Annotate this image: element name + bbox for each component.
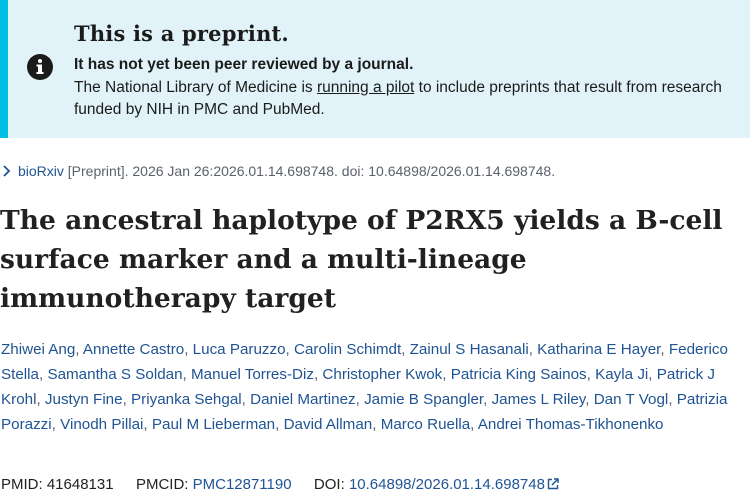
preprint-notice-banner: This is a preprint. It has not yet been …	[0, 0, 750, 138]
author-link[interactable]: Daniel Martinez	[250, 391, 356, 408]
external-link-icon[interactable]	[547, 478, 559, 490]
author-link[interactable]: Marco Ruella	[381, 416, 470, 433]
running-a-pilot-link[interactable]: running a pilot	[317, 79, 414, 96]
author-link[interactable]: Jamie B Spangler	[364, 391, 483, 408]
author-link[interactable]: Kayla Ji	[595, 366, 648, 383]
author-link[interactable]: Katharina E Hayer	[537, 341, 660, 358]
author-link[interactable]: Annette Castro	[83, 341, 184, 358]
author-link[interactable]: James L Riley	[492, 391, 586, 408]
pmid-label: PMID:	[1, 476, 43, 493]
info-icon	[27, 54, 53, 80]
author-link[interactable]: Samantha S Soldan	[47, 366, 182, 383]
author-link[interactable]: Patricia King Sainos	[451, 366, 587, 383]
citation-line: bioRxiv [Preprint]. 2026 Jan 26:2026.01.…	[2, 163, 555, 179]
pmcid-label: PMCID:	[135, 476, 189, 493]
article-identifiers: PMID: 41648131 PMCID: PMC12871190 DOI: 1…	[1, 476, 559, 493]
author-list: Zhiwei Ang, Annette Castro, Luca Paruzzo…	[1, 341, 728, 433]
pmid-value: 41648131	[46, 476, 114, 493]
citation-details: [Preprint]. 2026 Jan 26:2026.01.14.69874…	[63, 163, 556, 179]
journal-source-link[interactable]: bioRxiv	[18, 163, 64, 179]
author-link[interactable]: Manuel Torres-Diz	[191, 366, 314, 383]
author-link[interactable]: David Allman	[284, 416, 373, 433]
banner-body-text-start: The National Library of Medicine is	[74, 79, 317, 96]
author-link[interactable]: Paul M Lieberman	[152, 416, 275, 433]
pmcid-link[interactable]: PMC12871190	[193, 476, 292, 493]
author-link[interactable]: Zhiwei Ang	[1, 341, 75, 358]
author-link[interactable]: Carolin Schimdt	[294, 341, 401, 358]
banner-body: The National Library of Medicine is runn…	[74, 77, 744, 121]
author-link[interactable]: Luca Paruzzo	[193, 341, 286, 358]
author-link[interactable]: Priyanka Sehgal	[131, 391, 242, 408]
doi-label: DOI:	[313, 476, 345, 493]
chevron-right-icon[interactable]	[2, 165, 12, 177]
article-title: The ancestral haplotype of P2RX5 yields …	[0, 205, 723, 314]
author-link[interactable]: Justyn Fine	[45, 391, 123, 408]
author-link[interactable]: Christopher Kwok	[322, 366, 442, 383]
banner-title: This is a preprint.	[74, 21, 289, 46]
author-link[interactable]: Andrei Thomas-Tikhonenko	[478, 416, 664, 433]
doi-link[interactable]: 10.64898/2026.01.14.698748	[349, 476, 545, 493]
author-link[interactable]: Zainul S Hasanali	[410, 341, 529, 358]
author-link[interactable]: Vinodh Pillai	[60, 416, 143, 433]
banner-subtitle: It has not yet been peer reviewed by a j…	[74, 56, 414, 73]
author-link[interactable]: Dan T Vogl	[594, 391, 669, 408]
